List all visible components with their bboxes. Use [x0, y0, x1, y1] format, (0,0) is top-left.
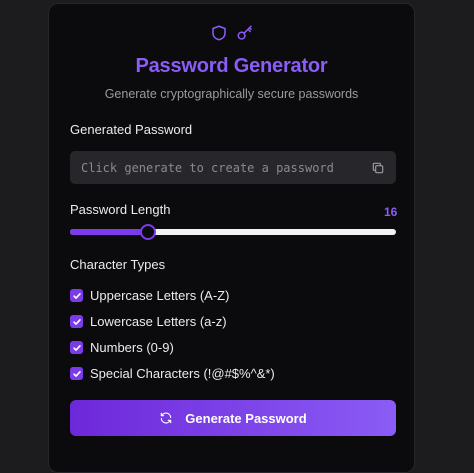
special-label: Special Characters (!@#$%^&*): [90, 366, 275, 381]
option-numbers[interactable]: Numbers (0-9): [70, 340, 174, 355]
uppercase-label: Uppercase Letters (A-Z): [90, 288, 230, 303]
key-icon: [237, 25, 252, 40]
password-length-slider[interactable]: [70, 224, 396, 240]
refresh-icon: [161, 412, 172, 424]
numbers-label: Numbers (0-9): [90, 340, 174, 355]
character-types-label: Character Types: [70, 257, 166, 272]
shield-icon: [211, 25, 226, 41]
header-icons: [49, 24, 414, 42]
special-checkbox[interactable]: [70, 367, 83, 380]
generated-password-label: Generated Password: [70, 122, 193, 137]
page-subtitle: Generate cryptographically secure passwo…: [104, 87, 359, 101]
generate-button-label: Generate Password: [185, 410, 307, 426]
password-output: [70, 151, 396, 184]
page-title: Password Generator: [135, 55, 328, 77]
generator-card: Password Generator Generate cryptographi…: [48, 3, 415, 473]
copy-icon[interactable]: [371, 161, 385, 175]
lowercase-label: Lowercase Letters (a-z): [90, 314, 227, 329]
slider-fill: [70, 229, 149, 235]
uppercase-checkbox[interactable]: [70, 289, 83, 302]
option-uppercase[interactable]: Uppercase Letters (A-Z): [70, 288, 229, 303]
password-length-value: 16: [384, 205, 398, 219]
lowercase-checkbox[interactable]: [70, 315, 83, 328]
option-lowercase[interactable]: Lowercase Letters (a-z): [70, 314, 227, 329]
password-length-label: Password Length: [70, 202, 171, 217]
option-special[interactable]: Special Characters (!@#$%^&*): [70, 366, 275, 381]
password-field[interactable]: [81, 160, 371, 175]
generate-password-button[interactable]: Generate Password: [70, 400, 396, 436]
numbers-checkbox[interactable]: [70, 341, 83, 354]
slider-thumb[interactable]: [140, 224, 157, 240]
